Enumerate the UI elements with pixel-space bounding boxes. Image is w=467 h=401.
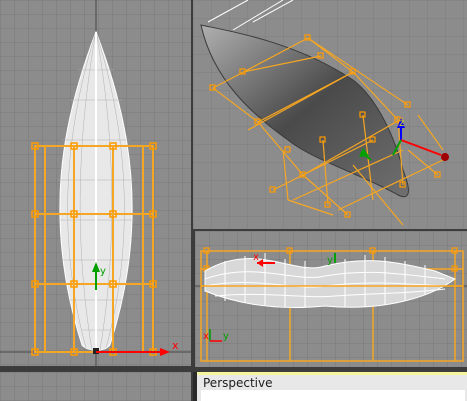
viewport-divider-vertical[interactable]: [193, 231, 195, 367]
viewport-divider-horizontal[interactable]: [0, 366, 193, 372]
viewport-perspective-bottom[interactable]: Perspective: [197, 372, 467, 401]
axis-y-label: y: [223, 331, 229, 342]
viewport-bottom-left[interactable]: [0, 372, 191, 401]
active-viewport-highlight: [197, 372, 467, 375]
gizmo-y-label: y: [327, 255, 333, 266]
gizmo-y-label: y: [100, 266, 106, 277]
viewport-label[interactable]: Perspective: [203, 376, 273, 390]
viewport-bottom-left-canvas: [0, 372, 191, 401]
gizmo-z-label: z: [399, 118, 404, 129]
viewport-divider-horizontal[interactable]: [193, 367, 467, 372]
viewport-left[interactable]: y x: [0, 0, 191, 366]
viewport-left-canvas: y x: [0, 0, 191, 366]
axis-x-label: x: [172, 339, 179, 352]
viewport-perspective-top[interactable]: z: [193, 0, 467, 229]
viewport-canvas-white: [201, 390, 465, 401]
gizmo-x-label: x: [253, 252, 259, 263]
viewport-divider-horizontal[interactable]: [193, 229, 467, 231]
viewport-right-canvas: x y x y: [195, 231, 467, 367]
viewport-right[interactable]: x y x y: [195, 231, 467, 367]
grid: [0, 372, 191, 401]
axis-x-label: x: [203, 331, 209, 342]
viewport-perspective-canvas: z: [193, 0, 467, 229]
